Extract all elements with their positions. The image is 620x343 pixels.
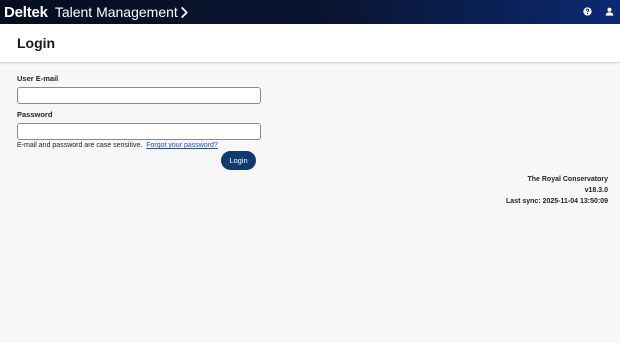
topbar-actions [576,0,620,24]
password-field[interactable] [17,123,261,140]
product-name: Talent Management [54,4,178,20]
login-button[interactable]: Login [221,151,256,170]
product-switcher[interactable]: Deltek Talent Management [0,0,188,24]
organization-name: The Royal Conservatory [527,176,608,183]
email-field[interactable] [17,87,261,104]
hint-text: E-mail and password are case sensitive. [17,142,143,149]
last-sync-label: Last sync: 2025-11-04 13:50:09 [506,198,608,205]
system-info: The Royal Conservatory v18.3.0 Last sync… [506,174,608,207]
help-button[interactable] [576,0,598,24]
password-label: Password [17,110,53,119]
page-title: Login [17,35,56,51]
question-circle-icon [582,3,592,21]
user-menu-button[interactable] [598,0,620,24]
top-navigation-bar: Deltek Talent Management [0,0,620,24]
chevron-right-icon [181,6,188,18]
case-sensitivity-hint: E-mail and password are case sensitive. … [17,142,277,149]
page-header: Login [0,24,620,63]
version-label: v18.3.0 [584,187,608,194]
deltek-logo: Deltek [4,3,48,21]
email-label: User E-mail [17,74,59,83]
forgot-password-link[interactable]: Forgot your password? [146,142,218,149]
user-icon [605,3,614,21]
